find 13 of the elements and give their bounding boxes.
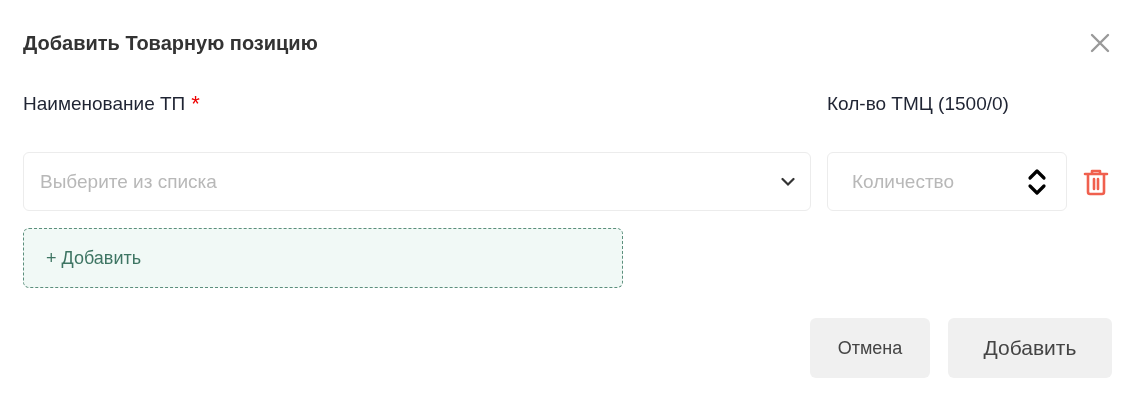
trash-icon[interactable] <box>1083 167 1109 196</box>
add-row-button[interactable]: + Добавить <box>23 228 623 288</box>
dialog-title: Добавить Товарную позицию <box>23 31 318 55</box>
close-icon[interactable] <box>1088 31 1112 55</box>
add-button[interactable]: Добавить <box>948 318 1112 378</box>
required-icon: * <box>191 91 200 117</box>
field-label: Кол-во ТМЦ (1500/0) <box>827 93 1009 115</box>
select-field[interactable]: Выберите из списка <box>23 152 811 211</box>
field-label: Наименование ТП <box>23 93 186 115</box>
chevron-down-icon <box>781 177 795 186</box>
cancel-button[interactable]: Отмена <box>810 318 930 378</box>
number-field[interactable]: Количество <box>827 152 1067 211</box>
spinner-icon[interactable] <box>1027 166 1047 197</box>
